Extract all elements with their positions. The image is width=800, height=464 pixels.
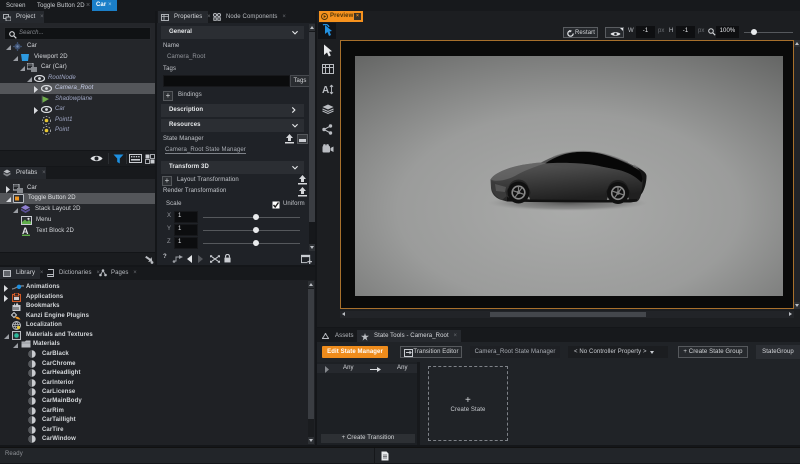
svg-text:A: A <box>22 226 29 236</box>
svg-text:A: A <box>322 85 329 95</box>
